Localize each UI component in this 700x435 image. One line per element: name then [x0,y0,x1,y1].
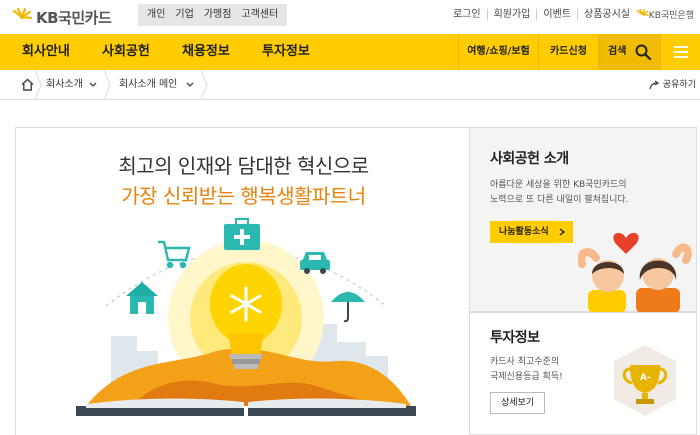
hamburger-icon [673,46,688,58]
login-link[interactable]: 로그인 [447,9,487,20]
social-card-title: 사회공헌 소개 [490,151,569,167]
breadcrumb: 회사소개 회사소개 메인 공유하기 [0,70,700,100]
share-arrow-icon [649,80,659,90]
event-link[interactable]: 이벤트 [536,9,577,20]
details-button[interactable]: 상세보기 [490,392,546,414]
signup-link[interactable]: 회원가입 [486,9,537,20]
investor-card-title: 투자정보 [490,330,540,346]
top-bar: KB국민카드 개인 기업 가맹점 고객센터 로그인 회원가입 이벤트 상품공시실… [0,0,700,34]
bank-label: KB국민은행 [648,11,694,21]
credit-rating-badge: A- [640,373,651,383]
hero-headline: 최고의 인재와 담대한 혁신으로 [118,154,369,178]
nav-company-info[interactable]: 회사안내 [22,34,70,70]
main-nav: 회사안내 사회공헌 채용정보 투자정보 여행/쇼핑/보험 카드신청 검색 [0,34,700,70]
sharing-news-label: 나눔활동소식 [499,227,549,237]
search-button[interactable]: 검색 [598,34,660,70]
nav-travel-shopping-insurance[interactable]: 여행/쇼핑/보험 [458,34,538,70]
product-disclosure-link[interactable]: 상품공시실 [577,9,636,20]
social-card-desc-line2: 노력으로 또 다른 내일이 펼쳐집니다. [490,195,629,205]
segment-customer-center[interactable]: 고객센터 [236,4,283,26]
kb-bank-link[interactable]: KB국민은행 [636,8,694,21]
breadcrumb-company[interactable]: 회사소개 [46,70,83,100]
nav-social-contribution[interactable]: 사회공헌 [102,34,150,70]
hero-panel: 최고의 인재와 담대한 혁신으로 가장 신뢰받는 행복생활파트너 [15,127,470,435]
kb-star-icon [12,8,32,20]
segment-business[interactable]: 기업 [170,4,198,26]
sharing-news-button[interactable]: 나눔활동소식 [490,221,573,243]
nav-investor[interactable]: 투자정보 [262,34,310,70]
breadcrumb-separator-icon [34,70,42,100]
breadcrumb-company-main[interactable]: 회사소개 메인 [119,70,177,100]
share-button[interactable]: 공유하기 [649,70,696,100]
nav-card-apply[interactable]: 카드신청 [538,34,598,70]
chevron-down-icon[interactable] [186,82,194,88]
menu-button[interactable] [660,34,700,70]
logo-text: KB국민카드 [36,8,112,27]
hero-subheadline: 가장 신뢰받는 행복생활파트너 [121,184,366,208]
people-heart-illustration [578,232,692,313]
breadcrumb-separator-icon [200,70,208,100]
breadcrumb-separator-icon [103,70,111,100]
home-icon[interactable] [21,78,34,91]
search-icon [635,44,651,60]
search-label: 검색 [608,46,627,57]
social-contribution-card: 사회공헌 소개 아름다운 세상을 위한 KB국민카드의 노력으로 또 다른 내일… [470,127,697,313]
investor-card-desc-line1: 카드사 최고수준의 [490,357,560,367]
investor-info-card: 투자정보 카드사 최고수준의 국제신용등급 획득! 상세보기 A- [470,312,697,435]
nav-recruit[interactable]: 채용정보 [182,34,230,70]
hero-illustration [76,218,416,416]
share-label: 공유하기 [662,80,696,90]
segment-personal[interactable]: 개인 [142,4,170,26]
social-card-desc-line1: 아름다운 세상을 위한 KB국민카드의 [490,180,627,190]
kb-bank-star-icon [636,9,649,16]
kb-logo[interactable]: KB국민카드 [12,6,112,28]
customer-segment-nav: 개인 기업 가맹점 고객센터 [138,4,288,26]
chevron-right-icon [559,228,565,236]
utility-links: 로그인 회원가입 이벤트 상품공시실 [447,9,636,20]
investor-card-desc-line2: 국제신용등급 획득! [490,372,563,382]
chevron-down-icon[interactable] [89,82,97,88]
segment-merchant[interactable]: 가맹점 [199,4,237,26]
